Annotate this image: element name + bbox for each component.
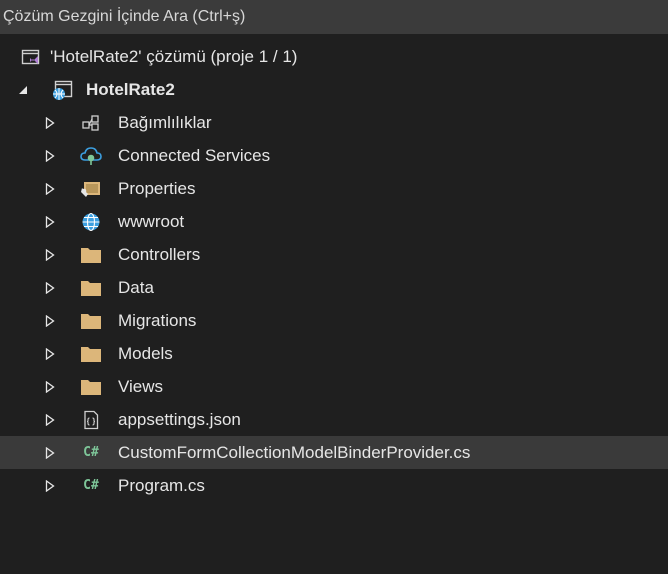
tree-row-connected-services[interactable]: Connected Services — [0, 139, 668, 172]
tree-row-migrations[interactable]: Migrations — [0, 304, 668, 337]
item-label: CustomFormCollectionModelBinderProvider.… — [118, 442, 471, 462]
item-label: Program.cs — [118, 475, 205, 495]
globe-icon — [80, 211, 102, 233]
collapse-triangle-icon[interactable] — [16, 83, 30, 97]
expand-triangle-icon[interactable] — [43, 215, 57, 229]
properties-icon — [80, 178, 102, 200]
folder-icon — [80, 310, 102, 332]
item-label: Models — [118, 343, 173, 363]
folder-icon — [80, 244, 102, 266]
item-label: Properties — [118, 178, 196, 198]
expand-triangle-icon[interactable] — [43, 479, 57, 493]
search-placeholder: Çözüm Gezgini İçinde Ara (Ctrl+ş) — [3, 8, 246, 25]
tree-row-custom-form-binder[interactable]: C# CustomFormCollectionModelBinderProvid… — [0, 436, 668, 469]
project-label: HotelRate2 — [86, 79, 175, 99]
csharp-file-icon: C# — [83, 478, 99, 493]
expand-triangle-icon[interactable] — [43, 380, 57, 394]
tree-row-solution[interactable]: 'HotelRate2' çözümü (proje 1 / 1) — [0, 40, 668, 73]
connected-services-icon — [80, 145, 102, 167]
tree-row-project[interactable]: HotelRate2 — [0, 73, 668, 106]
dependencies-icon — [80, 112, 102, 134]
folder-icon — [80, 376, 102, 398]
expand-triangle-icon[interactable] — [43, 446, 57, 460]
folder-icon — [80, 277, 102, 299]
item-label: Connected Services — [118, 145, 271, 165]
tree-row-properties[interactable]: Properties — [0, 172, 668, 205]
item-label: wwwroot — [118, 211, 185, 231]
web-project-icon — [52, 79, 74, 101]
expand-triangle-icon[interactable] — [43, 116, 57, 130]
csharp-file-icon: C# — [83, 445, 99, 460]
solution-icon — [20, 46, 42, 68]
item-label: Controllers — [118, 244, 201, 264]
folder-icon — [80, 343, 102, 365]
tree-row-appsettings[interactable]: appsettings.json — [0, 403, 668, 436]
solution-label: 'HotelRate2' çözümü (proje 1 / 1) — [50, 46, 298, 66]
item-label: appsettings.json — [118, 409, 241, 429]
tree-row-views[interactable]: Views — [0, 370, 668, 403]
expand-triangle-icon[interactable] — [43, 149, 57, 163]
expand-triangle-icon[interactable] — [43, 182, 57, 196]
expand-triangle-icon[interactable] — [43, 413, 57, 427]
tree-row-wwwroot[interactable]: wwwroot — [0, 205, 668, 238]
item-label: Data — [118, 277, 154, 297]
tree-row-data[interactable]: Data — [0, 271, 668, 304]
expand-triangle-icon[interactable] — [43, 248, 57, 262]
expand-triangle-icon[interactable] — [43, 347, 57, 361]
item-label: Migrations — [118, 310, 197, 330]
solution-explorer-tree: 'HotelRate2' çözümü (proje 1 / 1) HotelR… — [0, 40, 668, 502]
expand-triangle-icon[interactable] — [43, 281, 57, 295]
expand-triangle-icon[interactable] — [43, 314, 57, 328]
tree-row-dependencies[interactable]: Bağımlılıklar — [0, 106, 668, 139]
json-file-icon — [80, 409, 102, 431]
tree-row-program[interactable]: C# Program.cs — [0, 469, 668, 502]
tree-row-models[interactable]: Models — [0, 337, 668, 370]
item-label: Bağımlılıklar — [118, 112, 212, 132]
search-input[interactable]: Çözüm Gezgini İçinde Ara (Ctrl+ş) — [0, 0, 668, 34]
item-label: Views — [118, 376, 164, 396]
tree-row-controllers[interactable]: Controllers — [0, 238, 668, 271]
